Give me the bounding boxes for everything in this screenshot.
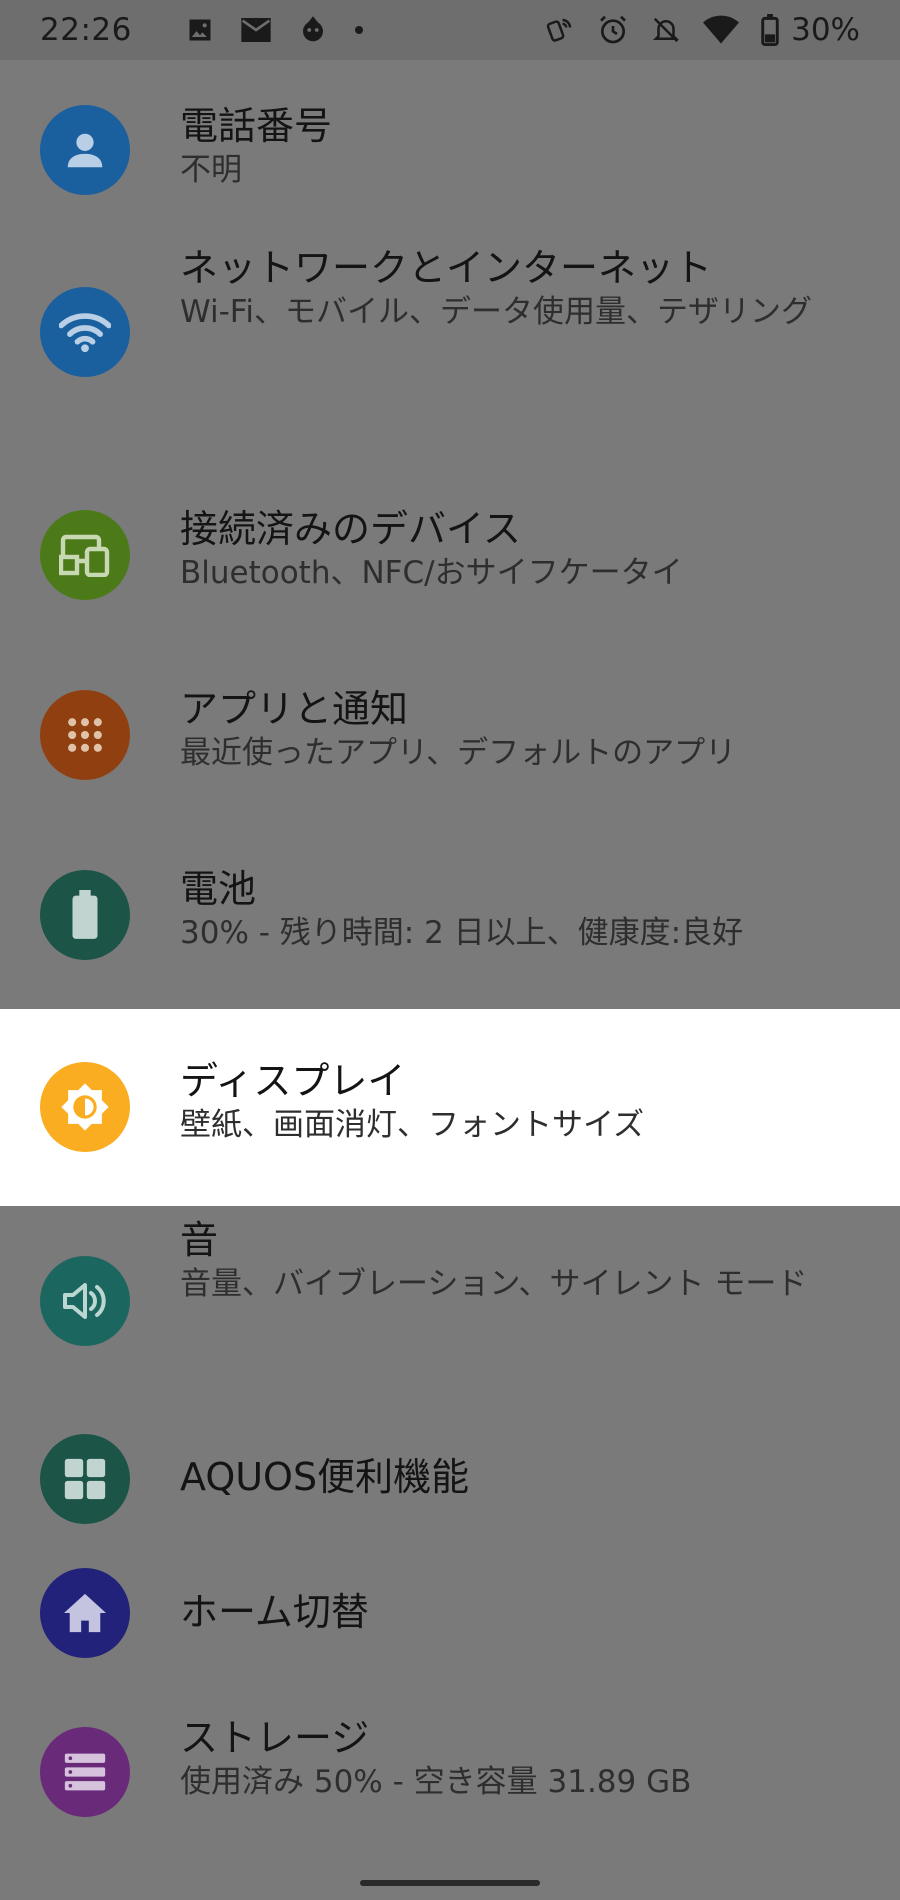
status-left: 22:26 [40, 12, 364, 48]
devices-icon [40, 510, 130, 600]
item-title: アプリと通知 [180, 687, 409, 731]
storage-icon [40, 1727, 130, 1817]
status-bar: 22:26 30% [0, 0, 900, 60]
settings-item-connected-devices[interactable]: 接続済みのデバイス Bluetooth、NFC/おサイフケータイ [0, 465, 900, 645]
nfc-icon [545, 15, 575, 45]
settings-item-apps-notifications[interactable]: アプリと通知 最近使ったアプリ、デフォルトのアプリ [0, 645, 900, 825]
item-summary: 使用済み 50% - 空き容量 31.89 GB [180, 1764, 692, 1800]
volume-icon [40, 1256, 130, 1346]
battery-icon [40, 870, 130, 960]
settings-item-network[interactable]: ネットワークとインターネット Wi-Fi、モバイル、データ使用量、テザリング [0, 240, 900, 465]
item-title: ホーム切替 [180, 1590, 369, 1634]
status-time: 22:26 [40, 12, 132, 48]
item-title: 接続済みのデバイス [180, 507, 521, 551]
brightness-icon [40, 1062, 130, 1152]
settings-item-phone-number[interactable]: 電話番号 不明 [0, 60, 900, 240]
item-summary: Wi-Fi、モバイル、データ使用量、テザリング [180, 294, 812, 330]
status-right: 30% [545, 12, 860, 48]
item-summary: 壁紙、画面消灯、フォントサイズ [180, 1107, 645, 1143]
image-icon [186, 16, 214, 44]
wifi-icon [703, 15, 740, 45]
item-summary: 30% - 残り時間: 2 日以上、健康度:良好 [180, 915, 744, 951]
wifi-icon [40, 287, 130, 377]
dot-icon [354, 25, 364, 35]
item-title: ストレージ [180, 1716, 370, 1760]
item-title: 電池 [180, 867, 257, 911]
item-title: ネットワークとインターネット [180, 246, 713, 290]
item-summary: 不明 [180, 152, 242, 188]
app-notification-icon [298, 15, 328, 45]
item-summary: 最近使ったアプリ、デフォルトのアプリ [180, 735, 737, 771]
grid-icon [40, 1434, 130, 1524]
settings-item-sound[interactable]: 音 音量、バイブレーション、サイレント モード [0, 1206, 900, 1426]
battery-icon [761, 14, 779, 46]
home-icon [40, 1568, 130, 1658]
item-title: AQUOS便利機能 [180, 1455, 470, 1499]
settings-item-home-switch[interactable]: ホーム切替 [0, 1562, 900, 1692]
settings-item-aquos[interactable]: AQUOS便利機能 [0, 1426, 900, 1562]
item-summary: 音量、バイブレーション、サイレント モード [180, 1266, 808, 1302]
mail-icon [240, 16, 272, 44]
item-title: 音 [180, 1218, 219, 1262]
settings-item-display[interactable]: ディスプレイ 壁紙、画面消灯、フォントサイズ [0, 1009, 900, 1206]
apps-grid-icon [40, 690, 130, 780]
settings-item-storage[interactable]: ストレージ 使用済み 50% - 空き容量 31.89 GB [0, 1692, 900, 1872]
item-title: 電話番号 [180, 104, 333, 148]
item-summary: Bluetooth、NFC/おサイフケータイ [180, 555, 683, 591]
settings-item-battery[interactable]: 電池 30% - 残り時間: 2 日以上、健康度:良好 [0, 825, 900, 1005]
bell-off-icon [651, 15, 681, 45]
battery-percent: 30% [791, 12, 860, 48]
item-title: ディスプレイ [180, 1059, 406, 1103]
person-icon [40, 105, 130, 195]
alarm-icon [597, 14, 629, 46]
home-indicator-bar[interactable] [360, 1880, 540, 1886]
